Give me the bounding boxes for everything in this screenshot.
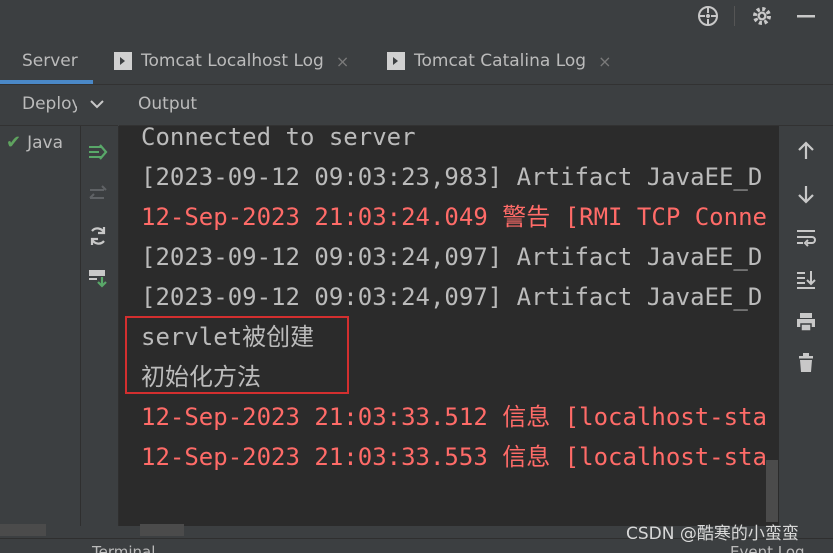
close-icon[interactable]: × bbox=[598, 52, 611, 71]
deployment-label: Deploy bbox=[22, 94, 77, 114]
tool-window-tabs: Server Tomcat Localhost Log × Tomcat Cat… bbox=[0, 38, 833, 85]
vertical-scrollbar[interactable] bbox=[766, 460, 778, 522]
output-title: Output bbox=[138, 94, 198, 114]
deployment-list: ✔ Java bbox=[0, 126, 81, 526]
watermark: CSDN @酷寒的小蛮蛮 bbox=[626, 524, 799, 544]
tab-label: Tomcat Localhost Log bbox=[141, 51, 324, 71]
close-icon[interactable]: × bbox=[336, 52, 349, 71]
console-line: 12-Sep-2023 21:03:33.553 信息 [localhost-s… bbox=[141, 443, 767, 471]
tab-server[interactable]: Server bbox=[22, 38, 78, 84]
console-line: 12-Sep-2023 21:03:24.049 警告 [RMI TCP Con… bbox=[141, 203, 767, 231]
refresh-icon[interactable] bbox=[84, 222, 112, 250]
deployment-header[interactable]: Deploy bbox=[0, 85, 118, 126]
console-actions bbox=[780, 126, 833, 526]
crosshair-icon[interactable] bbox=[696, 4, 720, 28]
console-line: Connected to server bbox=[141, 126, 416, 151]
output-header: Output bbox=[119, 85, 833, 126]
console-line: [2023-09-12 09:03:23,983] Artifact JavaE… bbox=[141, 163, 763, 191]
console-output[interactable]: Connected to server [2023-09-12 09:03:23… bbox=[119, 126, 779, 526]
soft-wrap-icon[interactable] bbox=[791, 222, 821, 252]
left-panel-scrollbar[interactable] bbox=[0, 524, 46, 536]
console-line: 12-Sep-2023 21:03:33.512 信息 [localhost-s… bbox=[141, 403, 767, 431]
deployment-item[interactable]: ✔ Java bbox=[6, 132, 76, 153]
terminal-icon bbox=[114, 52, 132, 70]
console-line: [2023-09-12 09:03:24,097] Artifact JavaE… bbox=[141, 283, 763, 311]
trash-icon[interactable] bbox=[791, 348, 821, 378]
terminal-icon bbox=[387, 52, 405, 70]
tab-label: Server bbox=[22, 51, 78, 71]
deploy-artifact-icon[interactable] bbox=[84, 264, 112, 292]
active-tab-indicator bbox=[0, 80, 93, 84]
undeploy-icon[interactable] bbox=[84, 180, 112, 208]
deployment-actions bbox=[81, 126, 119, 526]
deployment-item-label: Java bbox=[27, 132, 64, 153]
horizontal-scrollbar[interactable] bbox=[140, 524, 184, 536]
tab-tomcat-catalina-log[interactable]: Tomcat Catalina Log × bbox=[387, 38, 611, 84]
console-line: [2023-09-12 09:03:24,097] Artifact JavaE… bbox=[141, 243, 763, 271]
arrow-up-icon[interactable] bbox=[791, 136, 821, 166]
print-icon[interactable] bbox=[791, 307, 821, 337]
check-icon: ✔ bbox=[6, 132, 22, 153]
chevron-down-icon[interactable] bbox=[88, 95, 106, 117]
arrow-down-icon[interactable] bbox=[791, 179, 821, 209]
minimize-icon[interactable] bbox=[794, 4, 818, 28]
scroll-to-end-icon[interactable] bbox=[791, 264, 821, 294]
highlight-box bbox=[125, 316, 349, 394]
gear-icon[interactable] bbox=[750, 4, 774, 28]
toolbar-divider bbox=[734, 6, 735, 26]
deploy-all-icon[interactable] bbox=[84, 138, 112, 166]
tab-label: Tomcat Catalina Log bbox=[414, 51, 587, 71]
top-toolbar bbox=[0, 0, 833, 32]
tab-tomcat-localhost-log[interactable]: Tomcat Localhost Log × bbox=[114, 38, 349, 84]
